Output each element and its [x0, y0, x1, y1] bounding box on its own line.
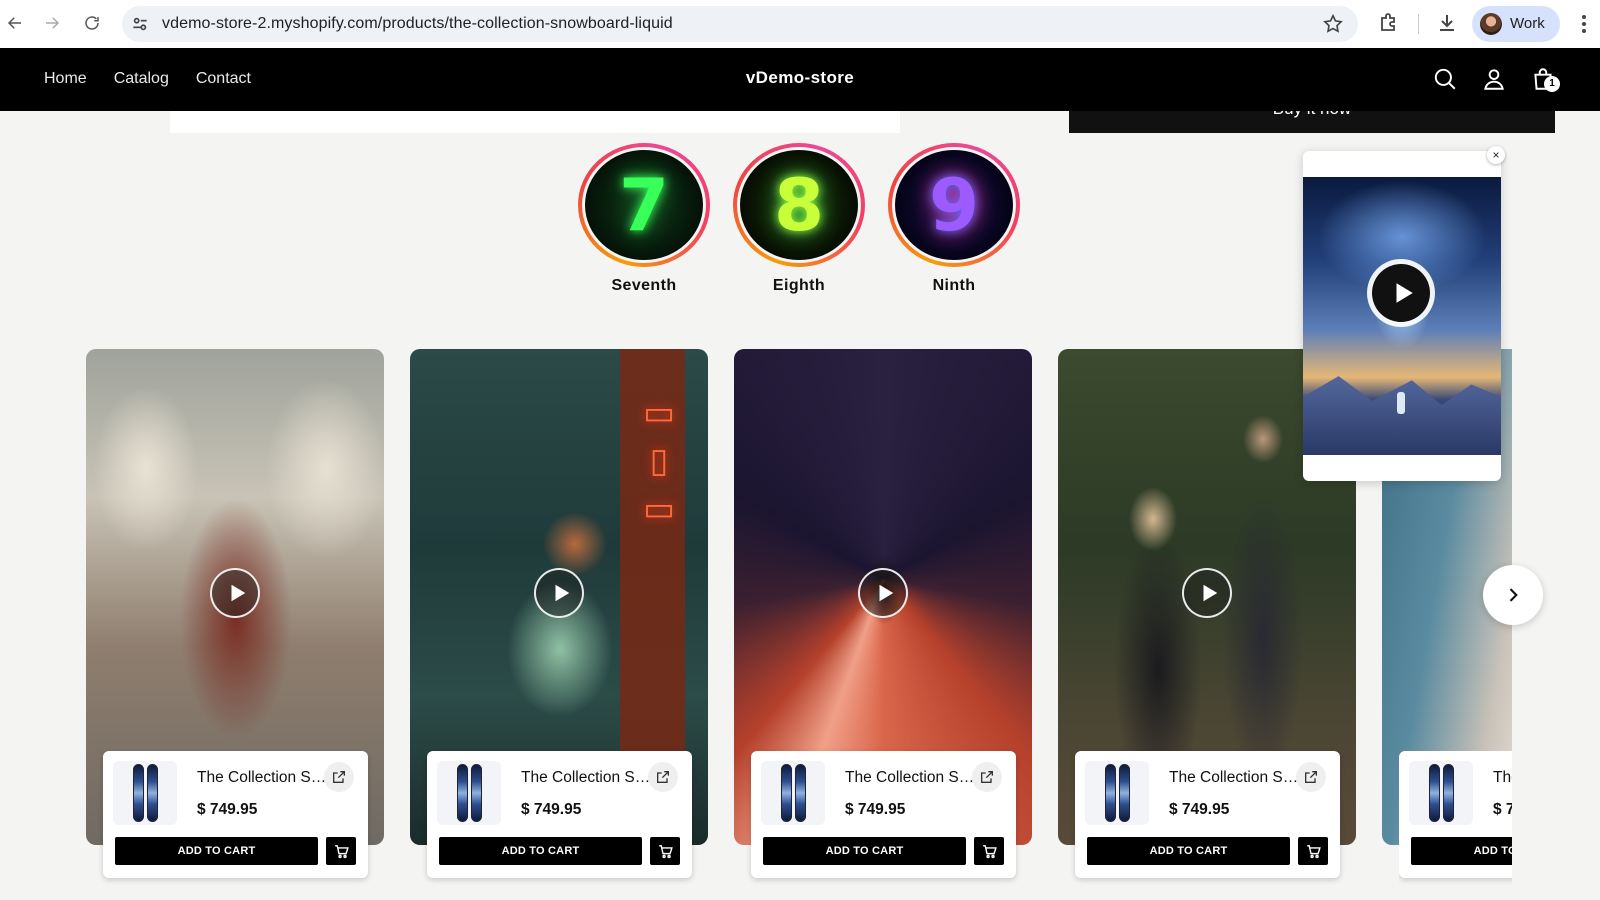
search-icon[interactable]	[1432, 66, 1458, 92]
product-price: $ 749.95	[521, 801, 582, 818]
user-icon[interactable]	[1481, 66, 1507, 92]
play-icon	[879, 584, 894, 602]
product-price: $ 749.95	[845, 801, 906, 818]
story-label: Seventh	[611, 277, 677, 294]
product-panel-partial-clip: The Collection Snowboard: Liquid $ 749.9…	[1399, 751, 1512, 886]
floating-play-button[interactable]	[1367, 259, 1435, 327]
puzzle-icon[interactable]	[1377, 11, 1401, 35]
open-product-button[interactable]	[1296, 762, 1326, 792]
neon-sign: ▭ ▯ ▭	[642, 394, 676, 528]
open-product-button[interactable]	[972, 762, 1002, 792]
toolbar-divider	[1418, 14, 1419, 34]
product-thumbnail[interactable]	[113, 761, 177, 825]
reload-button[interactable]	[77, 8, 107, 38]
star-icon[interactable]	[1322, 13, 1344, 35]
floating-video-player[interactable]	[1303, 151, 1501, 481]
cart-count-badge: 1	[1544, 76, 1560, 92]
reload-icon	[85, 16, 99, 30]
play-button[interactable]	[534, 568, 584, 618]
product-panel: The Collection Snowboard: Liquid $ 749.9…	[1075, 751, 1340, 878]
product-name[interactable]: The Collection Snowboard: Liquid	[845, 769, 977, 787]
play-icon	[231, 584, 246, 602]
open-product-button[interactable]	[648, 762, 678, 792]
product-name[interactable]: The Collection Snowboard: Liquid	[1169, 769, 1301, 787]
quick-cart-button[interactable]	[974, 837, 1004, 865]
chevron-right-icon	[1509, 588, 1518, 602]
external-link-icon	[1305, 771, 1317, 783]
download-icon[interactable]	[1435, 11, 1459, 35]
product-name[interactable]: The Collection Snowboard: Liquid	[521, 769, 653, 787]
story-ninth[interactable]: 9 Ninth	[888, 143, 1020, 295]
add-to-cart-button[interactable]: ADD TO CART	[1087, 837, 1290, 865]
open-product-button[interactable]	[324, 762, 354, 792]
product-media-edge	[170, 111, 900, 133]
story-seventh[interactable]: 7 Seventh	[578, 143, 710, 295]
product-name[interactable]: The Collection Snowboard: Liquid	[1493, 769, 1512, 787]
store-brand[interactable]: vDemo-store	[0, 68, 1600, 88]
external-link-icon	[981, 771, 993, 783]
close-popup-button[interactable]: ×	[1487, 146, 1505, 164]
arrow-left-icon	[7, 17, 21, 29]
quick-cart-button[interactable]	[326, 837, 356, 865]
arrow-right-icon	[46, 17, 60, 29]
product-panel: The Collection Snowboard: Liquid $ 749.9…	[751, 751, 1016, 878]
story-label: Ninth	[932, 277, 976, 294]
browser-toolbar: vdemo-store-2.myshopify.com/products/the…	[0, 0, 1600, 48]
play-icon	[1396, 283, 1413, 303]
story-ring: 8	[733, 143, 865, 267]
product-thumbnail[interactable]	[1085, 761, 1149, 825]
add-to-cart-button[interactable]: ADD TO CART	[763, 837, 966, 865]
product-thumbnail[interactable]	[1409, 761, 1473, 825]
quick-cart-button[interactable]	[1298, 837, 1328, 865]
story-thumbnail: 9	[895, 150, 1013, 260]
product-panel: The Collection Snowboard: Liquid $ 749.9…	[427, 751, 692, 878]
profile-chip[interactable]: Work	[1472, 6, 1560, 42]
tune-icon[interactable]	[130, 14, 150, 34]
product-name[interactable]: The Collection Snowboard: Liquid	[197, 769, 329, 787]
play-icon	[555, 584, 570, 602]
story-thumbnail: 7	[585, 150, 703, 260]
product-price: $ 749.95	[1493, 801, 1512, 818]
story-label: Eighth	[772, 277, 826, 294]
product-price: $ 749.95	[1169, 801, 1230, 818]
product-thumbnail[interactable]	[437, 761, 501, 825]
profile-label: Work	[1510, 15, 1545, 32]
story-ring: 9	[888, 143, 1020, 267]
external-link-icon	[657, 771, 669, 783]
external-link-icon	[333, 771, 345, 783]
url-text[interactable]: vdemo-store-2.myshopify.com/products/the…	[162, 15, 673, 33]
store-header: Home Catalog Contact vDemo-store	[0, 48, 1600, 111]
forward-button[interactable]	[37, 8, 67, 38]
carousel-next-button[interactable]	[1483, 565, 1543, 625]
cart-icon	[334, 844, 349, 858]
play-icon	[1203, 584, 1218, 602]
address-bar[interactable]: vdemo-store-2.myshopify.com/products/the…	[122, 6, 1358, 42]
add-to-cart-button[interactable]: ADD TO CART	[1411, 837, 1512, 865]
cart-icon	[982, 844, 997, 858]
add-to-cart-button[interactable]: ADD TO CART	[439, 837, 642, 865]
story-thumbnail: 8	[740, 150, 858, 260]
story-ring: 7	[578, 143, 710, 267]
product-price: $ 749.95	[197, 801, 258, 818]
product-panel: The Collection Snowboard: Liquid $ 749.9…	[1399, 751, 1512, 878]
product-panel: The Collection Snowboard: Liquid $ 749.9…	[103, 751, 368, 878]
cart-icon	[1306, 844, 1321, 858]
story-eighth[interactable]: 8 Eighth	[733, 143, 865, 295]
play-button[interactable]	[1182, 568, 1232, 618]
quick-cart-button[interactable]	[650, 837, 680, 865]
play-button[interactable]	[210, 568, 260, 618]
back-button[interactable]	[0, 8, 30, 38]
avatar	[1480, 13, 1502, 35]
add-to-cart-button[interactable]: ADD TO CART	[115, 837, 318, 865]
product-thumbnail[interactable]	[761, 761, 825, 825]
play-button[interactable]	[858, 568, 908, 618]
kebab-icon[interactable]	[1574, 12, 1594, 36]
cart-icon	[658, 844, 673, 858]
